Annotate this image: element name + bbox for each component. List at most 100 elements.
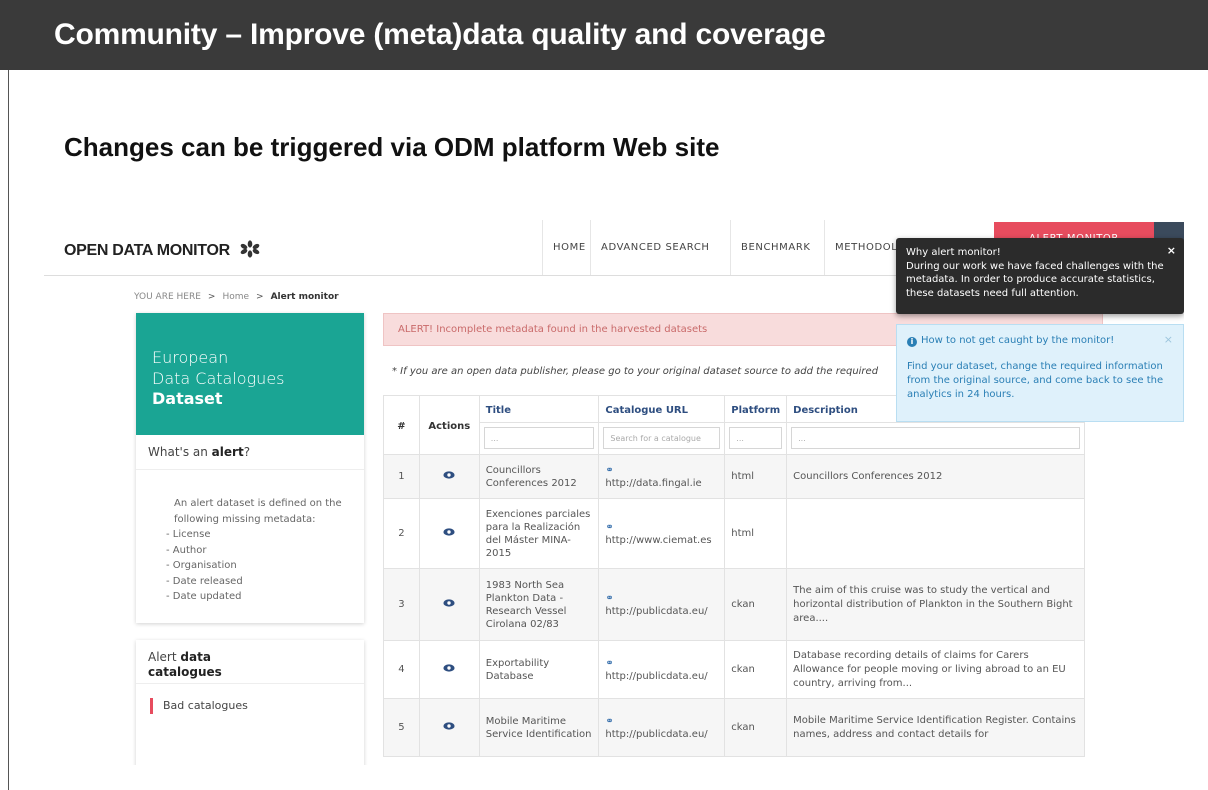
why-alert-tooltip: × Why alert monitor! During our work we … [896, 238, 1184, 314]
catalogue-url-link[interactable]: http://publicdata.eu/ [605, 671, 707, 682]
platform-cell: ckan [724, 640, 788, 699]
eye-icon[interactable] [443, 599, 455, 607]
table-row: 3 1983 North Sea Plankton Data - Researc… [383, 568, 1085, 641]
question-suffix: ? [243, 445, 251, 459]
row-number: 4 [383, 640, 420, 699]
how-to-info-box: × i How to not get caught by the monitor!… [896, 324, 1184, 422]
logo-text: OPEN DATA MONITOR [64, 242, 230, 259]
link-icon: ⚭ [605, 592, 614, 604]
description-cell: The aim of this cruise was to study the … [786, 568, 1085, 641]
col-header-url[interactable]: Catalogue URL [598, 395, 726, 423]
platform-cell: ckan [724, 698, 788, 757]
slide-subtitle: Changes can be triggered via ODM platfor… [64, 132, 720, 162]
table-row: 2 Exenciones parciales para la Realizaci… [383, 498, 1085, 569]
info-title: How to not get caught by the monitor! [921, 335, 1115, 346]
platform-filter-input[interactable]: ... [729, 427, 783, 449]
url-filter-input[interactable]: Search for a catalogue [603, 427, 721, 449]
row-number: 3 [383, 568, 420, 641]
bad-catalogues-link[interactable]: Bad catalogues [150, 698, 364, 714]
filter-cell: Search for a catalogue [598, 422, 726, 455]
dataset-title-link[interactable]: 1983 North Sea Plankton Data - Research … [478, 568, 600, 641]
catalogue-url-cell: ⚭ http://publicdata.eu/ [598, 568, 726, 641]
breadcrumb-home[interactable]: Home [222, 292, 249, 302]
view-action[interactable] [418, 640, 480, 699]
dataset-title-link[interactable]: Exenciones parciales para la Realización… [478, 498, 600, 569]
description-cell [786, 498, 1085, 569]
catalogue-url-link[interactable]: http://publicdata.eu/ [605, 729, 707, 740]
catalogue-url-cell: ⚭ http://data.fingal.ie [598, 454, 726, 499]
sidebar-catalogues-card: Alert data catalogues Bad catalogues [136, 640, 364, 765]
tooltip-title: Why alert monitor! [906, 247, 1001, 258]
info-icon: i [907, 337, 917, 347]
sidebar-dataset-card: European Data Catalogues Dataset What's … [136, 313, 364, 623]
filter-cell: ... [786, 422, 1085, 455]
platform-cell: html [724, 454, 788, 499]
view-action[interactable] [418, 568, 480, 641]
missing-field-item: - Author [166, 544, 207, 556]
description-cell: Councillors Conferences 2012 [786, 454, 1085, 499]
catalogues-heading-prefix: Alert [148, 650, 181, 664]
catalogue-url-link[interactable]: http://publicdata.eu/ [605, 606, 707, 617]
col-header-platform[interactable]: Platform [724, 395, 788, 423]
col-header-actions: Actions [418, 395, 480, 455]
platform-cell: html [724, 498, 788, 569]
question-prefix: What's an [148, 445, 212, 459]
eye-icon[interactable] [443, 664, 455, 672]
slide-header: Community – Improve (meta)data quality a… [0, 0, 1208, 70]
view-action[interactable] [418, 698, 480, 757]
row-number: 2 [383, 498, 420, 569]
col-header-title[interactable]: Title [478, 395, 600, 423]
catalogue-url-link[interactable]: http://data.fingal.ie [605, 478, 701, 489]
logo-icon [240, 240, 260, 263]
catalogues-heading: Alert data catalogues [136, 640, 364, 684]
close-icon[interactable]: × [1167, 244, 1176, 258]
nav-benchmark[interactable]: BENCHMARK [730, 220, 821, 275]
breadcrumb: YOU ARE HERE > Home > Alert monitor [134, 292, 339, 302]
info-body: Find your dataset, change the required i… [907, 361, 1164, 400]
chevron-right-icon: > [207, 292, 216, 302]
catalogue-url-cell: ⚭ http://publicdata.eu/ [598, 640, 726, 699]
alert-datasets-table: # Actions Title Catalogue URL Platform D… [383, 395, 1085, 757]
dataset-title-link[interactable]: Exportability Database [478, 640, 600, 699]
nav-advanced-search[interactable]: ADVANCED SEARCH [590, 220, 720, 275]
nav-home[interactable]: HOME [542, 220, 596, 275]
site-logo[interactable]: OPEN DATA MONITOR [64, 240, 260, 263]
table-row: 5 Mobile Maritime Service Identification… [383, 698, 1085, 757]
sidebar-hero: European Data Catalogues Dataset [136, 313, 364, 435]
close-icon[interactable]: × [1164, 333, 1173, 347]
table-row: 1 Councillors Conferences 2012 ⚭ http://d… [383, 454, 1085, 499]
eye-icon[interactable] [443, 471, 455, 479]
alert-question: What's an alert? [136, 435, 364, 470]
platform-cell: ckan [724, 568, 788, 641]
hero-line-2: Data Catalogues [152, 369, 285, 388]
slide-divider [8, 70, 9, 790]
dataset-title-link[interactable]: Councillors Conferences 2012 [478, 454, 600, 499]
col-header-num: # [383, 395, 420, 455]
link-icon: ⚭ [605, 715, 614, 727]
publisher-note: * If you are an open data publisher, ple… [392, 366, 879, 377]
eye-icon[interactable] [443, 528, 455, 536]
view-action[interactable] [418, 498, 480, 569]
row-number: 5 [383, 698, 420, 757]
hero-line-1: European [152, 348, 229, 367]
info-heading: i How to not get caught by the monitor! [907, 334, 1173, 348]
hero-line-3: Dataset [152, 389, 223, 408]
dataset-title-link[interactable]: Mobile Maritime Service Identification [478, 698, 600, 757]
catalogue-url-cell: ⚭ http://publicdata.eu/ [598, 698, 726, 757]
title-filter-input[interactable]: ... [483, 427, 595, 449]
eye-icon[interactable] [443, 722, 455, 730]
description-cell: Database recording details of claims for… [786, 640, 1085, 699]
slide-title: Community – Improve (meta)data quality a… [54, 18, 826, 51]
link-icon: ⚭ [605, 464, 614, 476]
filter-cell: ... [478, 422, 600, 455]
description-filter-input[interactable]: ... [791, 427, 1080, 449]
breadcrumb-prefix: YOU ARE HERE [134, 292, 201, 302]
catalogue-url-cell: ⚭ http://www.ciemat.es [598, 498, 726, 569]
filter-cell: ... [724, 422, 788, 455]
catalogue-url-link[interactable]: http://www.ciemat.es [605, 535, 711, 546]
missing-field-item: - Date released [166, 575, 243, 587]
view-action[interactable] [418, 454, 480, 499]
description-cell: Mobile Maritime Service Identification R… [786, 698, 1085, 757]
missing-field-item: - Organisation [166, 560, 237, 571]
missing-field-item: - Date updated [166, 591, 242, 602]
